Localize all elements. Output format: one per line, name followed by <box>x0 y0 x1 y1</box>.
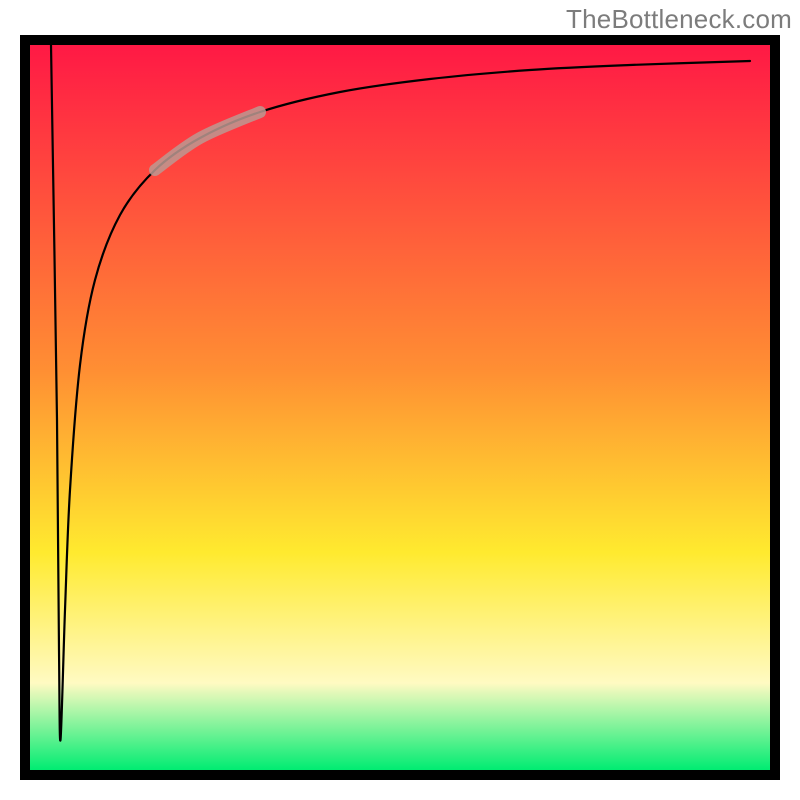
chart-plot <box>30 45 770 770</box>
watermark-text: TheBottleneck.com <box>566 4 792 35</box>
chart-background <box>30 45 770 770</box>
chart-svg <box>30 45 770 770</box>
